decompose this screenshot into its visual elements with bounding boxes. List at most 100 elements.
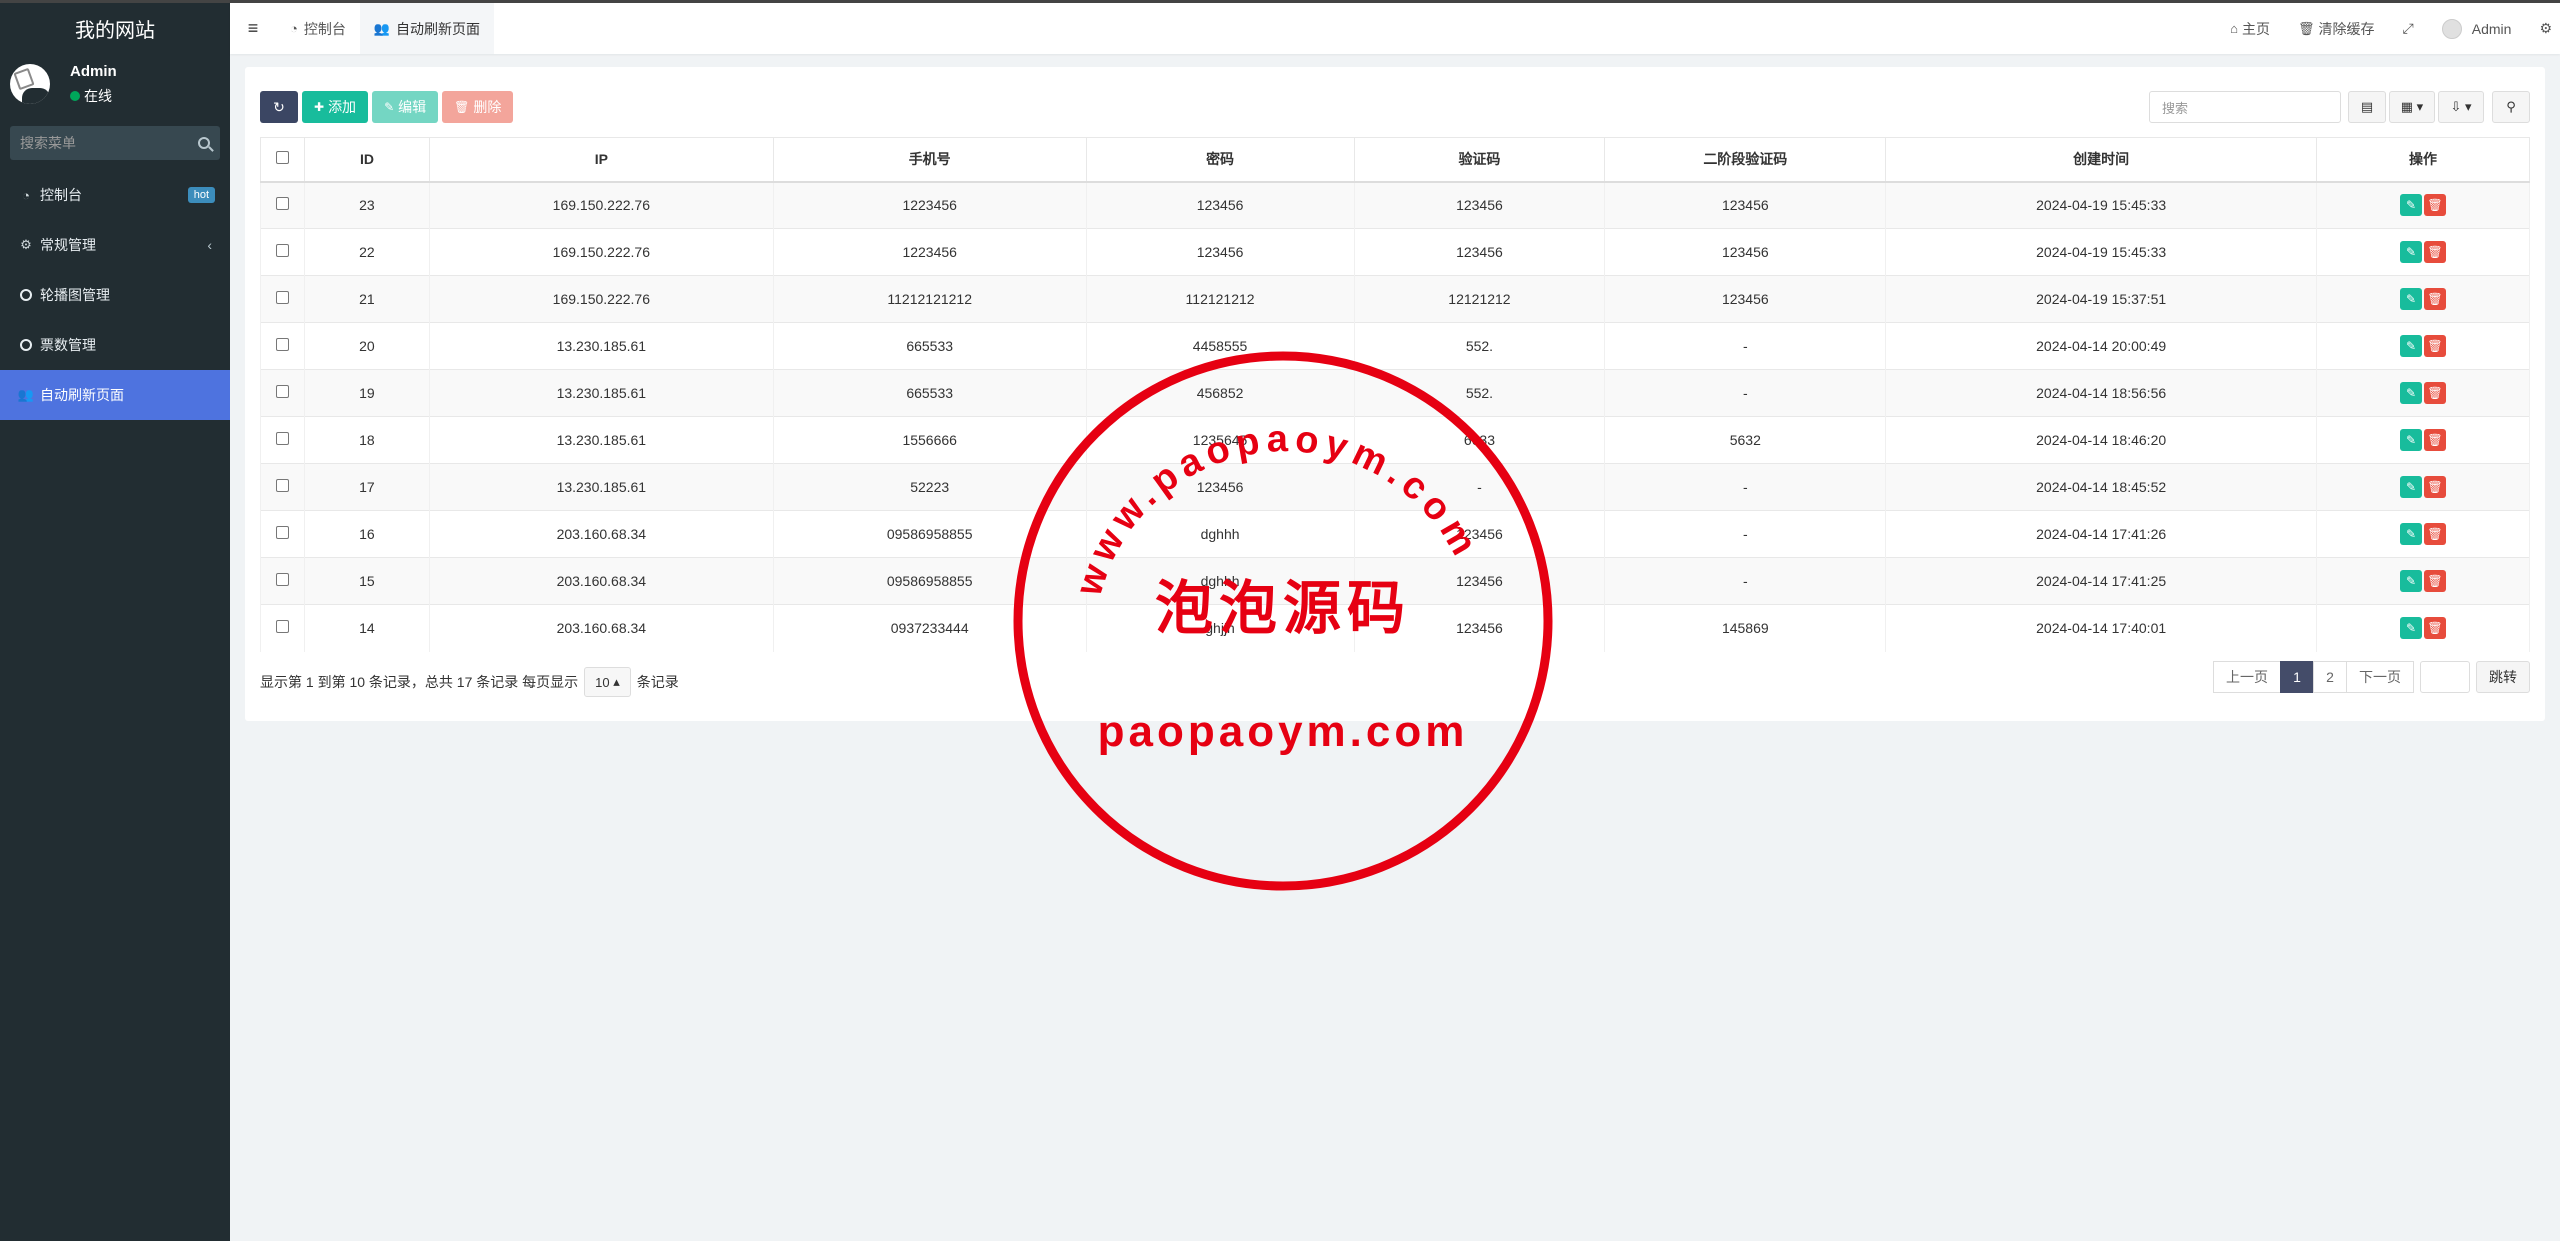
- edit-button[interactable]: ✎ 编辑: [372, 91, 439, 123]
- column-header: 操作: [2316, 137, 2530, 183]
- column-header[interactable]: ID: [303, 137, 430, 183]
- row-delete-button[interactable]: 🗑: [2424, 429, 2447, 451]
- select-all-header[interactable]: [260, 137, 305, 183]
- add-label: 添加: [328, 99, 357, 115]
- sidebar-item-votes[interactable]: 票数管理: [0, 320, 230, 370]
- row-delete-button[interactable]: 🗑: [2424, 570, 2447, 592]
- table-row[interactable]: 22 169.150.222.76 1223456 123456 123456 12345…: [260, 228, 2530, 276]
- circle-icon: [18, 289, 34, 301]
- row-edit-button[interactable]: ✎: [2400, 335, 2423, 357]
- clear-cache-link[interactable]: 🗑 清除缓存: [2284, 3, 2389, 54]
- tab-dashboard[interactable]: ◔ 控制台: [276, 3, 360, 54]
- column-header[interactable]: 创建时间: [1885, 137, 2318, 183]
- table-row[interactable]: 17 13.230.185.61 52223 123456- -2024-04-14 1…: [260, 463, 2530, 511]
- row-delete-button[interactable]: 🗑: [2424, 335, 2447, 357]
- jump-page-input[interactable]: [2420, 661, 2470, 693]
- table-search-input[interactable]: 搜索: [2149, 91, 2341, 123]
- row-select-cell[interactable]: [260, 181, 305, 229]
- site-title[interactable]: 我的网站: [0, 0, 230, 54]
- row-checkbox[interactable]: [275, 338, 289, 351]
- row-delete-button[interactable]: 🗑: [2424, 288, 2447, 310]
- settings-gear-icon[interactable]: ⚙: [2525, 3, 2560, 54]
- delete-button[interactable]: 🗑 删除: [442, 91, 514, 123]
- sidebar-item-carousel[interactable]: 轮播图管理: [0, 270, 230, 320]
- table-cell: 09586958855: [772, 557, 1087, 605]
- menu-toggle-icon[interactable]: ≡: [230, 3, 276, 54]
- row-edit-button[interactable]: ✎: [2400, 476, 2423, 498]
- row-edit-button[interactable]: ✎: [2400, 570, 2423, 592]
- jump-button[interactable]: 跳转: [2476, 661, 2530, 693]
- row-select-cell[interactable]: [260, 463, 305, 511]
- sidebar-item-auto-refresh[interactable]: 👥 自动刷新页面: [0, 370, 230, 420]
- table-row[interactable]: 18 13.230.185.61 1556666 1235645 6633 5632 202…: [260, 416, 2530, 464]
- row-select-cell[interactable]: [260, 510, 305, 558]
- table-row[interactable]: 19 13.230.185.61 665533 456852 552. -2024-04-…: [260, 369, 2530, 417]
- table-row[interactable]: 15 203.160.68.34 09586958855 dghhh 123456-20…: [260, 557, 2530, 605]
- table-cell: 169.150.222.76: [428, 181, 774, 229]
- column-header[interactable]: IP: [428, 137, 774, 183]
- row-delete-button[interactable]: 🗑: [2424, 241, 2447, 263]
- table-row[interactable]: 16 203.160.68.34 09586958855 dghhh 123456-20…: [260, 510, 2530, 558]
- tab-auto-refresh[interactable]: 👥 自动刷新页面: [359, 3, 495, 54]
- column-header[interactable]: 二阶段验证码: [1604, 137, 1887, 183]
- table-row[interactable]: 14 203.160.68.34 0937233444 ghjjh 123456 1458…: [260, 604, 2530, 652]
- row-select-cell[interactable]: [260, 557, 305, 605]
- add-button[interactable]: ✚ 添加: [302, 91, 369, 123]
- fullscreen-icon[interactable]: ⤢: [2389, 3, 2428, 54]
- row-delete-button[interactable]: 🗑: [2424, 617, 2447, 640]
- row-select-cell[interactable]: [260, 416, 305, 464]
- search-icon[interactable]: [198, 137, 210, 149]
- row-delete-button[interactable]: 🗑: [2424, 194, 2447, 217]
- top-navbar: ≡ ◔ 控制台 👥 自动刷新页面 ⌂ 主页 🗑 清除缓存 ⤢ Admin ⚙: [230, 0, 2560, 54]
- column-header[interactable]: 密码: [1085, 137, 1355, 183]
- row-checkbox[interactable]: [275, 573, 289, 586]
- row-select-cell[interactable]: [260, 369, 305, 417]
- sidebar-item-general[interactable]: ⚙ 常规管理 ‹: [0, 220, 230, 270]
- row-edit-button[interactable]: ✎: [2400, 617, 2423, 640]
- row-select-cell[interactable]: [260, 228, 305, 276]
- next-page-button[interactable]: 下一页: [2346, 661, 2414, 693]
- columns-button[interactable]: ▦ ▾: [2389, 91, 2435, 123]
- row-delete-button[interactable]: 🗑: [2424, 476, 2447, 498]
- row-edit-button[interactable]: ✎: [2400, 382, 2423, 404]
- select-all-checkbox[interactable]: [275, 151, 289, 165]
- row-checkbox[interactable]: [275, 291, 289, 304]
- row-checkbox[interactable]: [275, 432, 289, 445]
- table-cell: 145869: [1604, 604, 1887, 652]
- page-2-button[interactable]: 2: [2313, 661, 2347, 693]
- row-checkbox[interactable]: [275, 620, 289, 634]
- row-edit-button[interactable]: ✎: [2400, 523, 2423, 545]
- row-edit-button[interactable]: ✎: [2400, 429, 2423, 451]
- data-table: ID IP 手机号 密码 验证码 二阶段验证码 创建时间 操作 23 169.15…: [260, 137, 2530, 652]
- row-checkbox[interactable]: [275, 479, 289, 492]
- prev-page-button[interactable]: 上一页: [2213, 661, 2281, 693]
- row-delete-button[interactable]: 🗑: [2424, 523, 2447, 545]
- refresh-button[interactable]: ↻: [260, 91, 298, 123]
- table-cell: 22: [303, 228, 430, 276]
- row-checkbox[interactable]: [275, 385, 289, 398]
- advanced-search-button[interactable]: ⚲: [2492, 91, 2530, 123]
- row-select-cell[interactable]: [260, 604, 305, 652]
- sidebar-search-input[interactable]: 搜索菜单: [10, 126, 220, 160]
- toggle-view-button[interactable]: ▤: [2348, 91, 2386, 123]
- row-delete-button[interactable]: 🗑: [2424, 382, 2447, 404]
- sidebar-item-dashboard[interactable]: ◔ 控制台 hot: [0, 170, 230, 220]
- column-header[interactable]: 手机号: [772, 137, 1087, 183]
- row-checkbox[interactable]: [275, 197, 289, 211]
- row-select-cell[interactable]: [260, 275, 305, 323]
- row-edit-button[interactable]: ✎: [2400, 288, 2423, 310]
- row-select-cell[interactable]: [260, 322, 305, 370]
- row-checkbox[interactable]: [275, 526, 289, 539]
- page-1-button[interactable]: 1: [2280, 661, 2314, 693]
- row-checkbox[interactable]: [275, 244, 289, 257]
- table-row[interactable]: 21 169.150.222.76 11212121212 112121212 1212…: [260, 275, 2530, 323]
- export-button[interactable]: ⇩ ▾: [2438, 91, 2484, 123]
- table-row[interactable]: 23 169.150.222.76 1223456 123456 123456 12345…: [260, 181, 2530, 229]
- table-row[interactable]: 20 13.230.185.61 665533 4458555 552. -2024-04…: [260, 322, 2530, 370]
- home-link[interactable]: ⌂ 主页: [2216, 3, 2284, 54]
- row-edit-button[interactable]: ✎: [2400, 241, 2423, 263]
- user-menu[interactable]: Admin: [2428, 3, 2526, 54]
- column-header[interactable]: 验证码: [1353, 137, 1606, 183]
- page-size-select[interactable]: 10 ▴: [584, 667, 631, 697]
- row-edit-button[interactable]: ✎: [2400, 194, 2423, 217]
